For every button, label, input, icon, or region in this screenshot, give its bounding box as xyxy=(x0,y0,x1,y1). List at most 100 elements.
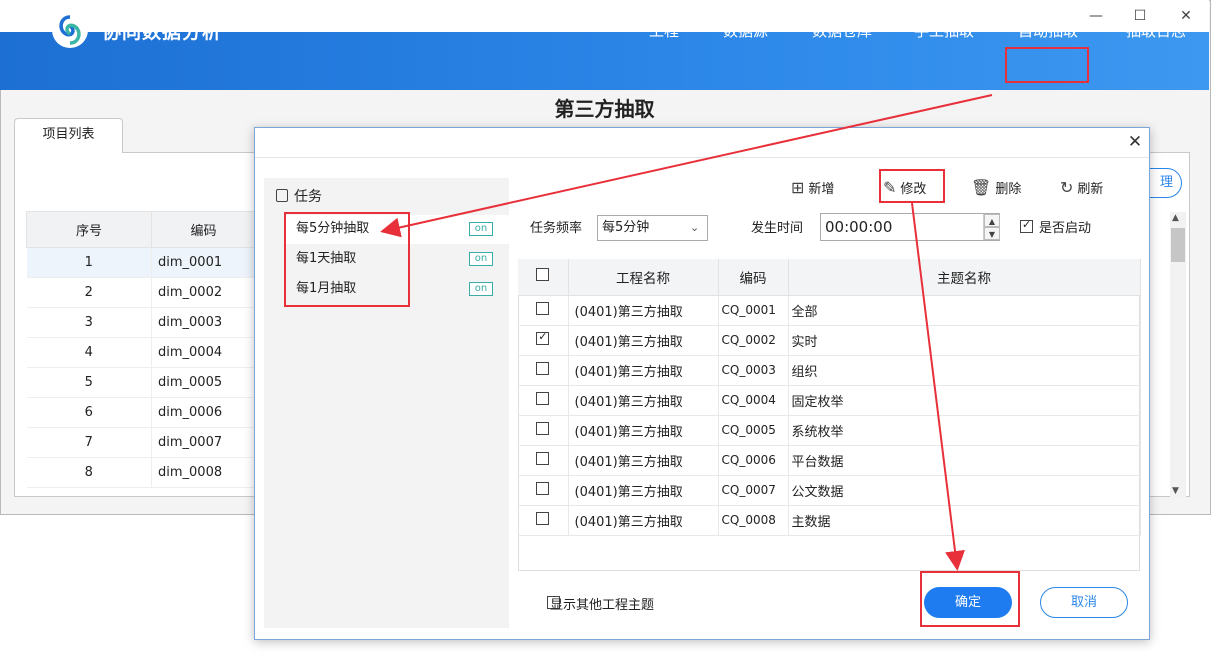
app-title: 协同数据分析 xyxy=(102,21,223,43)
row-code: CQ_0007 xyxy=(718,475,789,506)
row-code: dim_0007 xyxy=(151,427,256,458)
scroll-up-icon[interactable]: ▲ xyxy=(1172,213,1179,223)
row-project: (0401)第三方抽取 xyxy=(568,325,719,356)
row-checkbox[interactable] xyxy=(536,301,550,315)
row-code: CQ_0003 xyxy=(718,355,789,386)
highlight-box-tasks xyxy=(284,212,410,307)
row-topic: 平台数据 xyxy=(788,445,1141,476)
row-project: (0401)第三方抽取 xyxy=(568,475,719,506)
row-checkbox-cell[interactable] xyxy=(518,505,569,536)
time-spinner[interactable]: ▲ ▼ xyxy=(983,214,1000,240)
refresh-button[interactable]: ↻ 刷新 xyxy=(1060,177,1103,197)
chevron-down-icon[interactable]: ⌄ xyxy=(690,221,699,234)
nav-manual-extract[interactable]: 手工抽取 xyxy=(914,20,974,41)
row-checkbox[interactable] xyxy=(536,451,550,465)
row-checkbox[interactable] xyxy=(536,481,550,495)
row-checkbox-cell[interactable] xyxy=(518,325,569,356)
row-topic: 组织 xyxy=(788,355,1141,386)
row-checkbox[interactable] xyxy=(536,421,550,435)
column-header-topic[interactable]: 主题名称 xyxy=(788,259,1141,296)
table-row[interactable]: 2 dim_0002 xyxy=(26,277,256,308)
row-checkbox-cell[interactable] xyxy=(518,415,569,446)
row-checkbox-cell[interactable] xyxy=(518,475,569,506)
table-row[interactable]: 3 dim_0003 xyxy=(26,307,256,338)
nav-project[interactable]: 工程 xyxy=(649,20,679,41)
column-header-code[interactable]: 编码 xyxy=(151,211,256,248)
row-index: 6 xyxy=(26,397,152,428)
add-button-label: 新增 xyxy=(808,181,835,197)
grid-row[interactable]: (0401)第三方抽取 CQ_0007 公文数据 xyxy=(518,475,1141,506)
add-icon: ⊞ xyxy=(791,177,805,197)
select-all-header[interactable] xyxy=(518,259,569,296)
row-checkbox[interactable] xyxy=(536,511,550,525)
row-index: 5 xyxy=(26,367,152,398)
dialog-close-button[interactable]: ✕ xyxy=(1126,132,1144,152)
grid-row[interactable]: (0401)第三方抽取 CQ_0008 主数据 xyxy=(518,505,1141,536)
column-header-project[interactable]: 工程名称 xyxy=(568,259,719,296)
row-index: 3 xyxy=(26,307,152,338)
refresh-icon: ↻ xyxy=(1060,177,1074,197)
row-code: dim_0008 xyxy=(151,457,256,488)
task-tree-root-label: 任务 xyxy=(294,189,322,205)
row-checkbox[interactable] xyxy=(536,330,550,345)
row-index: 1 xyxy=(26,247,152,278)
grid-row[interactable]: (0401)第三方抽取 CQ_0005 系统枚举 xyxy=(518,415,1141,446)
row-code: CQ_0001 xyxy=(718,295,789,326)
nav-extract-log[interactable]: 抽取日志 xyxy=(1126,20,1186,41)
row-project: (0401)第三方抽取 xyxy=(568,445,719,476)
row-checkbox-cell[interactable] xyxy=(518,385,569,416)
nav-data-source[interactable]: 数据源 xyxy=(723,20,768,41)
row-checkbox-cell[interactable] xyxy=(518,295,569,326)
row-topic: 系统枚举 xyxy=(788,415,1141,446)
table-row[interactable]: 5 dim_0005 xyxy=(26,367,256,398)
grid-row[interactable]: (0401)第三方抽取 CQ_0006 平台数据 xyxy=(518,445,1141,476)
add-button[interactable]: ⊞ 新增 xyxy=(791,177,834,197)
grid-row[interactable]: (0401)第三方抽取 CQ_0004 固定枚举 xyxy=(518,385,1141,416)
column-header-index[interactable]: 序号 xyxy=(26,211,152,248)
select-all-checkbox[interactable] xyxy=(536,268,550,282)
spin-up-icon[interactable]: ▲ xyxy=(984,214,1000,227)
time-input[interactable]: 00:00:00 xyxy=(820,213,1000,241)
cancel-button[interactable]: 取消 xyxy=(1040,587,1128,618)
row-code: CQ_0008 xyxy=(718,505,789,536)
enabled-checkbox[interactable] xyxy=(1020,218,1033,233)
grid-row[interactable]: (0401)第三方抽取 CQ_0003 组织 xyxy=(518,355,1141,386)
table-row[interactable]: 4 dim_0004 xyxy=(26,337,256,368)
table-row[interactable]: 7 dim_0007 xyxy=(26,427,256,458)
spin-down-icon[interactable]: ▼ xyxy=(984,227,1000,240)
scroll-down-icon[interactable]: ▼ xyxy=(1172,486,1179,496)
tab-project-list[interactable]: 项目列表 xyxy=(14,118,123,153)
delete-button[interactable]: 🗑 删除 xyxy=(971,177,1021,197)
task-tree-root[interactable]: 任务 xyxy=(276,186,322,206)
nav-data-warehouse[interactable]: 数据仓库 xyxy=(812,20,872,41)
row-code: dim_0001 xyxy=(151,247,256,278)
project-table: 序号 编码 1 dim_0001 2 dim_0002 3 dim_0003 4 dim_00… xyxy=(26,211,256,488)
table-row[interactable]: 6 dim_0006 xyxy=(26,397,256,428)
table-row[interactable]: 8 dim_0008 xyxy=(26,457,256,488)
show-other-label: 显示其他工程主题 xyxy=(550,598,655,613)
row-topic: 实时 xyxy=(788,325,1141,356)
row-checkbox-cell[interactable] xyxy=(518,445,569,476)
row-checkbox-cell[interactable] xyxy=(518,355,569,386)
row-topic: 主数据 xyxy=(788,505,1141,536)
column-header-code[interactable]: 编码 xyxy=(718,259,789,296)
clipboard-icon xyxy=(276,189,288,202)
table-row[interactable]: 1 dim_0001 xyxy=(26,247,256,278)
row-code: dim_0003 xyxy=(151,307,256,338)
nav-auto-extract[interactable]: 自动抽取 xyxy=(1018,20,1078,41)
scrollbar-thumb[interactable] xyxy=(1171,228,1185,262)
grid-row[interactable]: (0401)第三方抽取 CQ_0001 全部 xyxy=(518,295,1141,326)
row-checkbox[interactable] xyxy=(536,361,550,375)
row-checkbox[interactable] xyxy=(536,391,550,405)
minimize-button[interactable]: — xyxy=(1076,4,1116,28)
frequency-label: 任务频率 xyxy=(530,221,583,236)
enabled-label: 是否启动 xyxy=(1039,221,1092,236)
trash-icon: 🗑 xyxy=(971,177,992,197)
time-label: 发生时间 xyxy=(751,221,804,236)
row-code: dim_0004 xyxy=(151,337,256,368)
row-code: CQ_0006 xyxy=(718,445,789,476)
refresh-button-label: 刷新 xyxy=(1077,181,1104,197)
highlight-box-ok xyxy=(920,571,1020,627)
row-project: (0401)第三方抽取 xyxy=(568,415,719,446)
grid-row[interactable]: (0401)第三方抽取CQ_0002实时 xyxy=(518,325,1141,356)
